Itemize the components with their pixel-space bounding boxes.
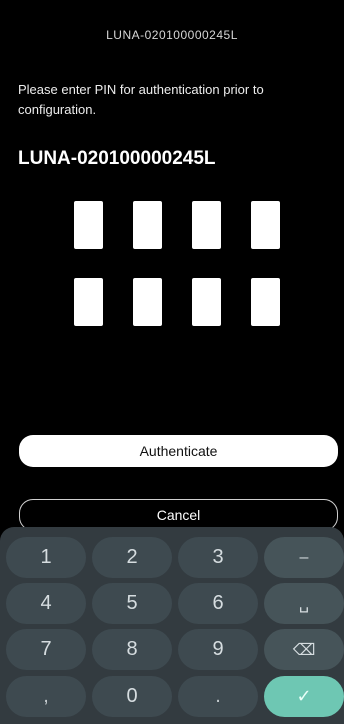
backspace-icon: ⌫ <box>292 641 316 659</box>
pin-digit-6[interactable] <box>133 278 162 326</box>
key-0[interactable]: 0 <box>92 676 172 717</box>
pin-digit-7[interactable] <box>192 278 221 326</box>
pin-row-2 <box>74 278 280 326</box>
key-9[interactable]: 9 <box>178 629 258 670</box>
screen-title: LUNA-020100000245L <box>106 28 238 42</box>
minus-key[interactable]: – <box>264 537 344 578</box>
key-period[interactable]: . <box>178 676 258 717</box>
key-4[interactable]: 4 <box>6 583 86 624</box>
key-6[interactable]: 6 <box>178 583 258 624</box>
pin-digit-5[interactable] <box>74 278 103 326</box>
pin-row-1 <box>74 201 280 249</box>
enter-key[interactable]: ✓ <box>264 676 344 717</box>
key-5[interactable]: 5 <box>92 583 172 624</box>
authenticate-button[interactable]: Authenticate <box>19 435 338 467</box>
pin-digit-3[interactable] <box>192 201 221 249</box>
space-icon: ␣ <box>298 595 310 613</box>
space-key[interactable]: ␣ <box>264 583 344 624</box>
pin-digit-8[interactable] <box>251 278 280 326</box>
key-1[interactable]: 1 <box>6 537 86 578</box>
key-2[interactable]: 2 <box>92 537 172 578</box>
pin-digit-4[interactable] <box>251 201 280 249</box>
key-7[interactable]: 7 <box>6 629 86 670</box>
check-icon: ✓ <box>296 686 312 706</box>
key-8[interactable]: 8 <box>92 629 172 670</box>
numeric-keyboard: 1 2 3 – 4 5 6 ␣ 7 8 9 ⌫ , 0 . ✓ <box>0 527 344 724</box>
key-comma[interactable]: , <box>6 676 86 717</box>
minus-icon: – <box>299 548 309 566</box>
pin-digit-2[interactable] <box>133 201 162 249</box>
device-name: LUNA-020100000245L <box>18 148 216 169</box>
backspace-key[interactable]: ⌫ <box>264 629 344 670</box>
key-3[interactable]: 3 <box>178 537 258 578</box>
pin-digit-1[interactable] <box>74 201 103 249</box>
pin-instruction: Please enter PIN for authentication prio… <box>18 82 264 117</box>
